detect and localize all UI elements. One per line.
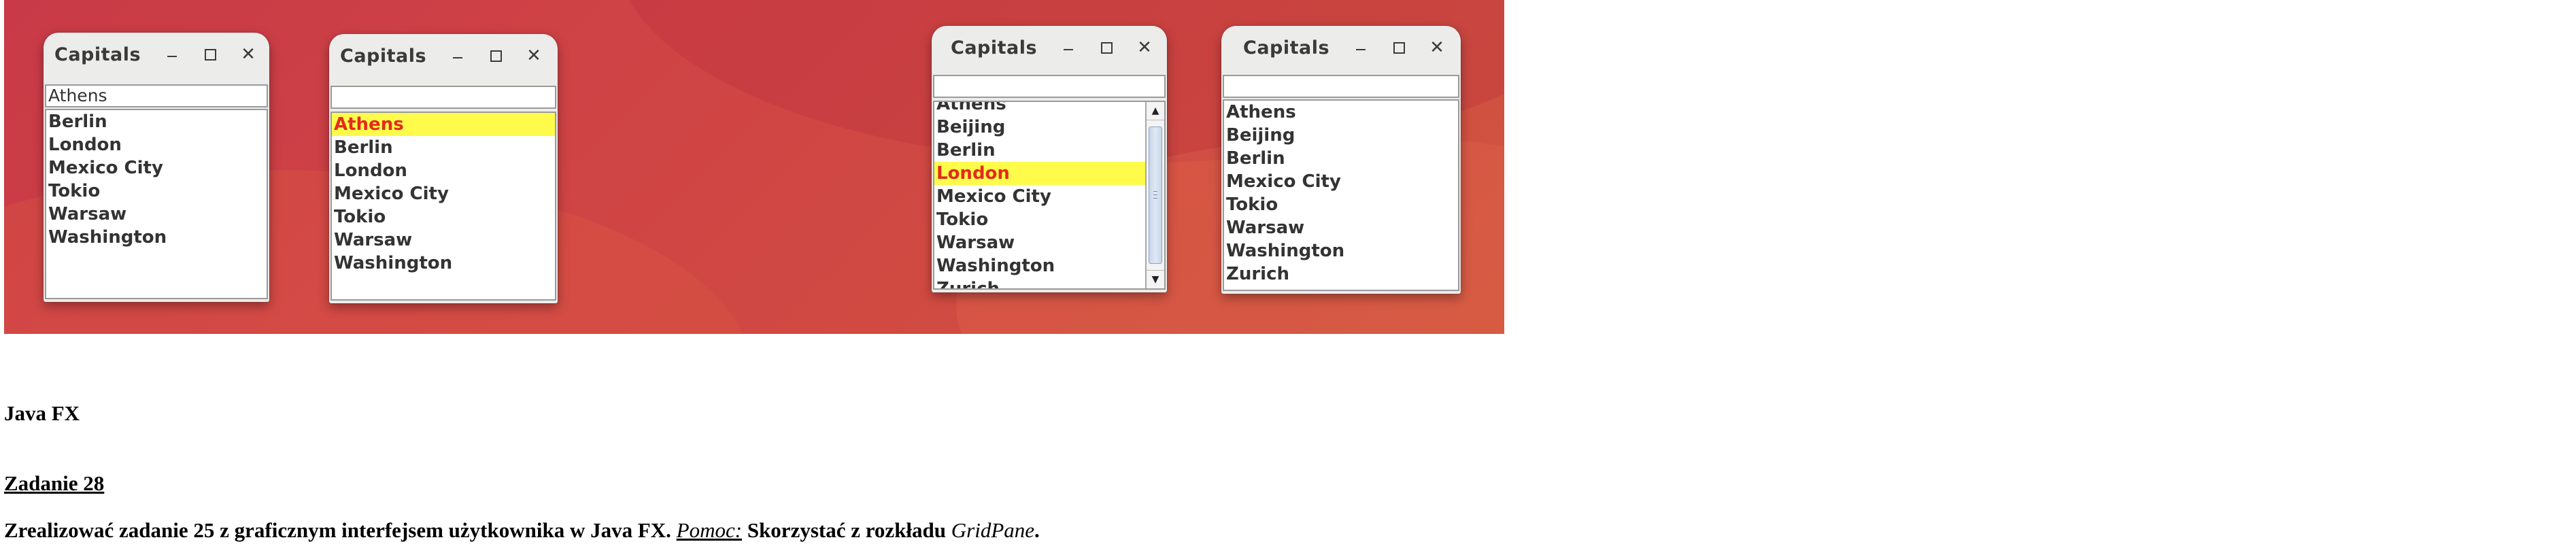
window-title: Capitals [54,44,141,65]
list-item[interactable]: Warsaw [934,231,1145,254]
paragraph-text: . [1034,518,1040,542]
list-item[interactable]: London [332,159,555,182]
list-item[interactable]: Washington [46,226,267,249]
window-titlebar[interactable]: Capitals ✕ [932,26,1167,69]
vertical-scrollbar[interactable]: ▲ ▼ [1145,102,1164,288]
minimize-icon[interactable] [439,42,477,69]
list-item[interactable]: Athens [934,102,1145,116]
thumb-grip [1153,194,1157,195]
window-titlebar[interactable]: Capitals ✕ [329,34,558,78]
list-item[interactable]: Berlin [1224,147,1458,170]
layout-name: GridPane [951,518,1035,542]
list-item[interactable]: Washington [332,252,555,275]
hint-label: Pomoc: [676,518,743,542]
minimize-icon[interactable] [1049,34,1087,61]
list-item[interactable]: Warsaw [332,228,555,252]
capitals-window-3: Capitals ✕ Athens Beijing Berlin London … [932,26,1167,292]
capitals-window-4: Capitals ✕ Athens Beijing Berlin Mexico … [1221,26,1461,294]
list-item[interactable]: Berlin [332,136,555,159]
maximize-icon[interactable] [477,42,515,69]
capitals-list[interactable]: Athens Beijing Berlin London Mexico City… [933,101,1166,290]
window-titlebar[interactable]: Capitals ✕ [1221,26,1461,69]
list-item[interactable]: Beijing [1224,124,1458,147]
capital-text-field[interactable] [1223,75,1459,98]
minimize-icon[interactable] [1342,34,1380,61]
task-description: Zrealizować zadanie 25 z graficznym inte… [4,518,1040,543]
document-heading: Java FX [4,401,80,425]
paragraph-text: Zrealizować zadanie 25 z graficznym inte… [4,518,677,542]
list-item[interactable]: Mexico City [46,156,267,180]
list-item[interactable]: Warsaw [1224,216,1458,239]
list-item[interactable]: Mexico City [332,182,555,205]
list-item[interactable]: Tokio [934,208,1145,231]
list-item[interactable]: Berlin [934,139,1145,162]
list-item[interactable]: London [46,133,267,156]
list-item[interactable]: Washington [934,254,1145,277]
maximize-icon[interactable] [1087,34,1125,61]
capitals-window-2: Capitals ✕ Athens Berlin London Mexico C… [329,34,558,303]
capital-text-field[interactable] [331,86,556,109]
capitals-window-1: Capitals ✕ Athens Berlin London Mexico C… [44,33,269,302]
list-item[interactable]: Mexico City [934,185,1145,208]
window-title: Capitals [1243,37,1330,58]
list-item-selected[interactable]: Athens [332,113,555,136]
close-icon[interactable]: ✕ [1125,34,1164,61]
thumb-grip [1153,198,1157,199]
list-item-selected[interactable]: London [934,162,1145,185]
scrollbar-thumb[interactable] [1149,126,1162,264]
list-item[interactable]: Zurich [934,277,1145,288]
paragraph-text: Skorzystać z rozkładu [742,518,951,542]
list-item[interactable]: Warsaw [46,203,267,226]
capital-text-field[interactable] [933,75,1166,98]
list-item[interactable]: Tokio [1224,193,1458,216]
list-item[interactable]: Mexico City [1224,170,1458,193]
list-item[interactable]: Tokio [332,205,555,228]
task-title: Zadanie 28 [4,471,105,495]
close-icon[interactable]: ✕ [1418,34,1456,61]
capital-text-field[interactable]: Athens [45,84,268,107]
minimize-icon[interactable] [153,41,191,68]
capitals-list[interactable]: Athens Beijing Berlin Mexico City Tokio … [1223,99,1459,291]
capitals-list[interactable]: Athens Berlin London Mexico City Tokio W… [331,112,556,301]
window-title: Capitals [951,37,1038,58]
capitals-list[interactable]: Berlin London Mexico City Tokio Warsaw W… [45,109,268,299]
scroll-down-icon[interactable]: ▼ [1147,270,1164,288]
window-titlebar[interactable]: Capitals ✕ [44,33,269,76]
list-item[interactable]: Washington [1224,239,1458,262]
list-viewport: Athens Beijing Berlin London Mexico City… [934,102,1145,288]
window-title: Capitals [340,45,427,67]
thumb-grip [1153,191,1157,192]
list-item[interactable]: Tokio [46,180,267,203]
maximize-icon[interactable] [1380,34,1418,61]
list-item[interactable]: Athens [1224,101,1458,124]
close-icon[interactable]: ✕ [229,41,267,68]
list-item[interactable]: Beijing [934,116,1145,139]
list-item[interactable]: Berlin [46,110,267,133]
scroll-up-icon[interactable]: ▲ [1147,102,1164,120]
maximize-icon[interactable] [191,41,229,68]
desktop-background: Capitals ✕ Athens Berlin London Mexico C… [4,0,1504,334]
list-item[interactable]: Zurich [1224,262,1458,286]
close-icon[interactable]: ✕ [515,42,553,69]
